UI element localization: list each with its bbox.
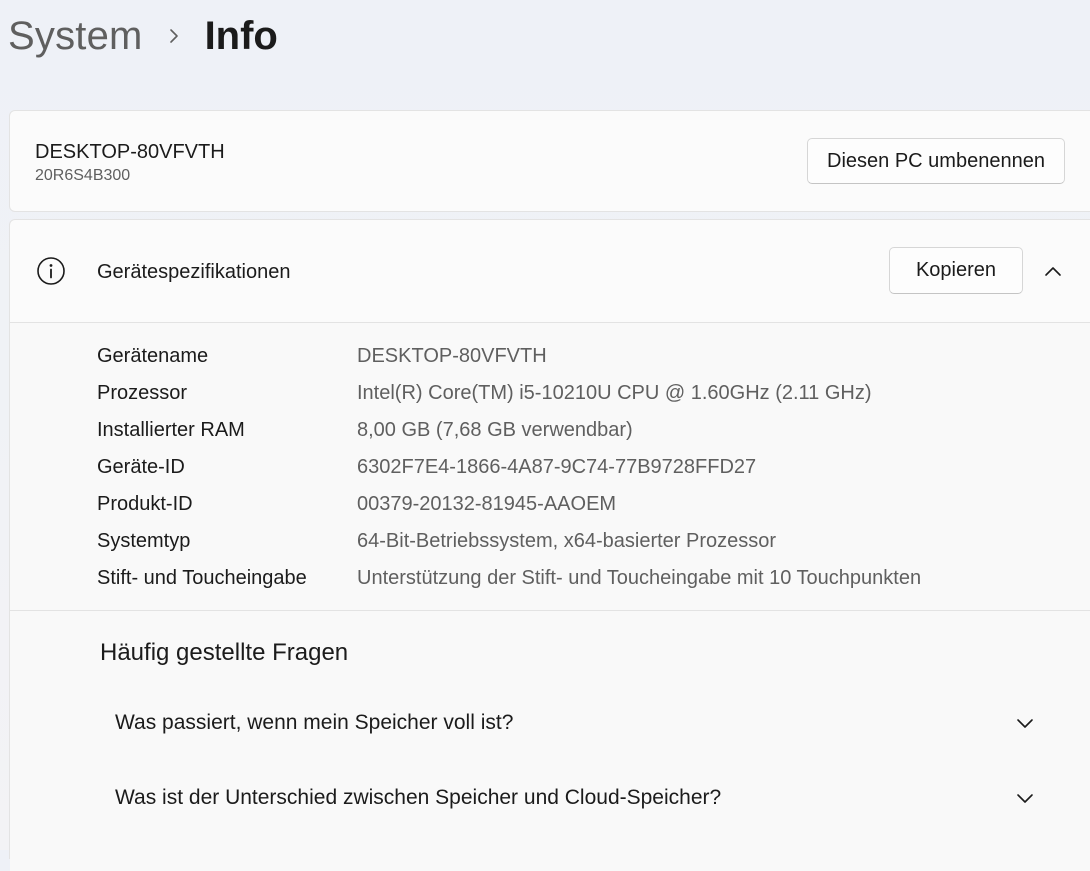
spec-value: 00379-20132-81945-AAOEM: [357, 493, 617, 515]
breadcrumb: System Info: [8, 8, 278, 64]
spec-label: Geräte-ID: [97, 456, 185, 478]
spec-row: Gerätename DESKTOP-80VFVTH: [10, 338, 1090, 375]
spec-label: Installierter RAM: [97, 419, 245, 441]
copy-button[interactable]: Kopieren: [889, 247, 1023, 294]
spec-label: Gerätename: [97, 345, 209, 367]
spec-row: Systemtyp 64-Bit-Betriebssystem, x64-bas…: [10, 523, 1090, 560]
faq-question: Was ist der Unterschied zwischen Speiche…: [115, 786, 722, 809]
pc-model: 20R6S4B300: [35, 167, 131, 184]
breadcrumb-system[interactable]: System: [8, 14, 143, 59]
device-specs-header[interactable]: Gerätespezifikationen Kopieren: [10, 220, 1090, 323]
chevron-down-icon: [1013, 711, 1037, 735]
spec-row: Installierter RAM 8,00 GB (7,68 GB verwe…: [10, 412, 1090, 449]
spec-value: Intel(R) Core(TM) i5-10210U CPU @ 1.60GH…: [357, 382, 872, 404]
pc-card: DESKTOP-80VFVTH 20R6S4B300 Diesen PC umb…: [9, 110, 1090, 212]
chevron-up-icon[interactable]: [1041, 260, 1065, 284]
rename-pc-button[interactable]: Diesen PC umbenennen: [807, 138, 1065, 184]
spec-value: Unterstützung der Stift- und Toucheingab…: [357, 567, 922, 589]
spec-value: DESKTOP-80VFVTH: [357, 345, 547, 367]
faq-item-storage-vs-cloud[interactable]: Was ist der Unterschied zwischen Speiche…: [115, 778, 1037, 818]
spec-value: 6302F7E4-1866-4A87-9C74-77B9728FFD27: [357, 456, 757, 478]
device-specs-card: Gerätespezifikationen Kopieren Gerätenam…: [9, 219, 1090, 871]
spec-row: Produkt-ID 00379-20132-81945-AAOEM: [10, 486, 1090, 523]
chevron-down-icon: [1013, 786, 1037, 810]
spec-row: Prozessor Intel(R) Core(TM) i5-10210U CP…: [10, 375, 1090, 412]
chevron-right-icon: [143, 26, 205, 46]
spec-value: 8,00 GB (7,68 GB verwendbar): [357, 419, 633, 441]
page-title: Info: [204, 13, 278, 58]
spec-label: Prozessor: [97, 382, 188, 404]
spec-label: Produkt-ID: [97, 493, 193, 515]
spec-label: Stift- und Toucheingabe: [97, 567, 307, 589]
faq-item-storage-full[interactable]: Was passiert, wenn mein Speicher voll is…: [115, 703, 1037, 743]
faq-question: Was passiert, wenn mein Speicher voll is…: [115, 711, 514, 734]
pc-name: DESKTOP-80VFVTH: [35, 141, 225, 163]
device-specs-title: Gerätespezifikationen: [97, 261, 291, 283]
spec-row: Geräte-ID 6302F7E4-1866-4A87-9C74-77B972…: [10, 449, 1090, 486]
spec-row: Stift- und Toucheingabe Unterstützung de…: [10, 560, 1090, 597]
faq-section: Häufig gestellte Fragen Was passiert, we…: [10, 611, 1090, 871]
info-icon: [36, 256, 66, 286]
device-specs-list: Gerätename DESKTOP-80VFVTH Prozessor Int…: [10, 323, 1090, 611]
spec-value: 64-Bit-Betriebssystem, x64-basierter Pro…: [357, 530, 777, 552]
spec-label: Systemtyp: [97, 530, 191, 552]
faq-title: Häufig gestellte Fragen: [100, 639, 349, 666]
